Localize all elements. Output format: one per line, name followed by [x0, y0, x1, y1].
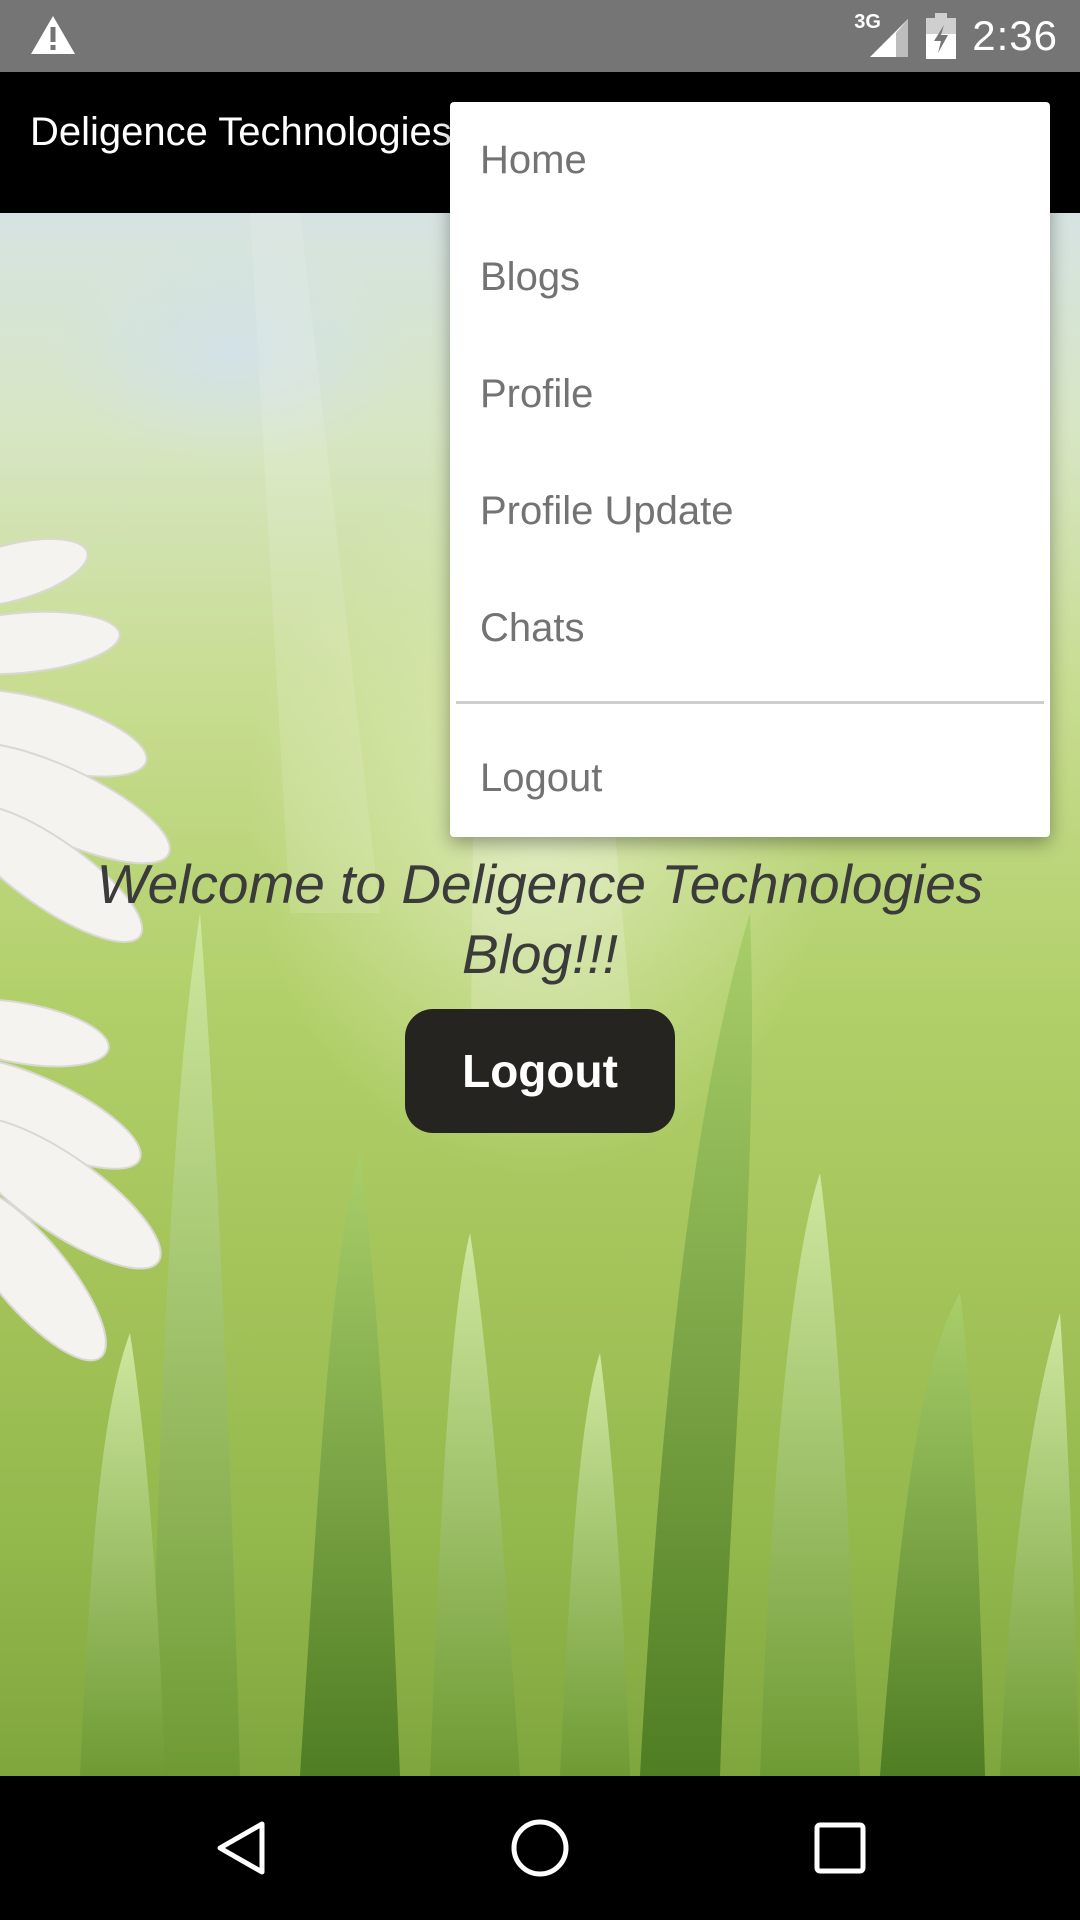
- welcome-text: Welcome to Deligence Technologies Blog!!…: [96, 853, 984, 985]
- navigation-bar: [0, 1776, 1080, 1920]
- menu-item-profile[interactable]: Profile: [450, 336, 1050, 453]
- app-title: Deligence Technologies: [30, 110, 452, 154]
- back-icon[interactable]: [210, 1818, 270, 1878]
- overflow-menu: Home Blogs Profile Profile Update Chats …: [450, 102, 1050, 837]
- menu-divider: [456, 701, 1044, 704]
- recents-icon[interactable]: [810, 1818, 870, 1878]
- clock: 2:36: [972, 12, 1058, 59]
- menu-item-home[interactable]: Home: [450, 102, 1050, 219]
- menu-item-logout[interactable]: Logout: [450, 720, 1050, 837]
- logout-button[interactable]: Logout: [405, 1009, 675, 1133]
- signal-icon: 3G: [854, 11, 910, 59]
- battery-charging-icon: [926, 13, 957, 59]
- warning-icon: [31, 16, 75, 54]
- menu-item-blogs[interactable]: Blogs: [450, 219, 1050, 336]
- home-icon[interactable]: [510, 1818, 570, 1878]
- menu-item-chats[interactable]: Chats: [450, 570, 1050, 687]
- status-bar: 3G 2:36: [0, 0, 1080, 72]
- menu-item-profile-update[interactable]: Profile Update: [450, 453, 1050, 570]
